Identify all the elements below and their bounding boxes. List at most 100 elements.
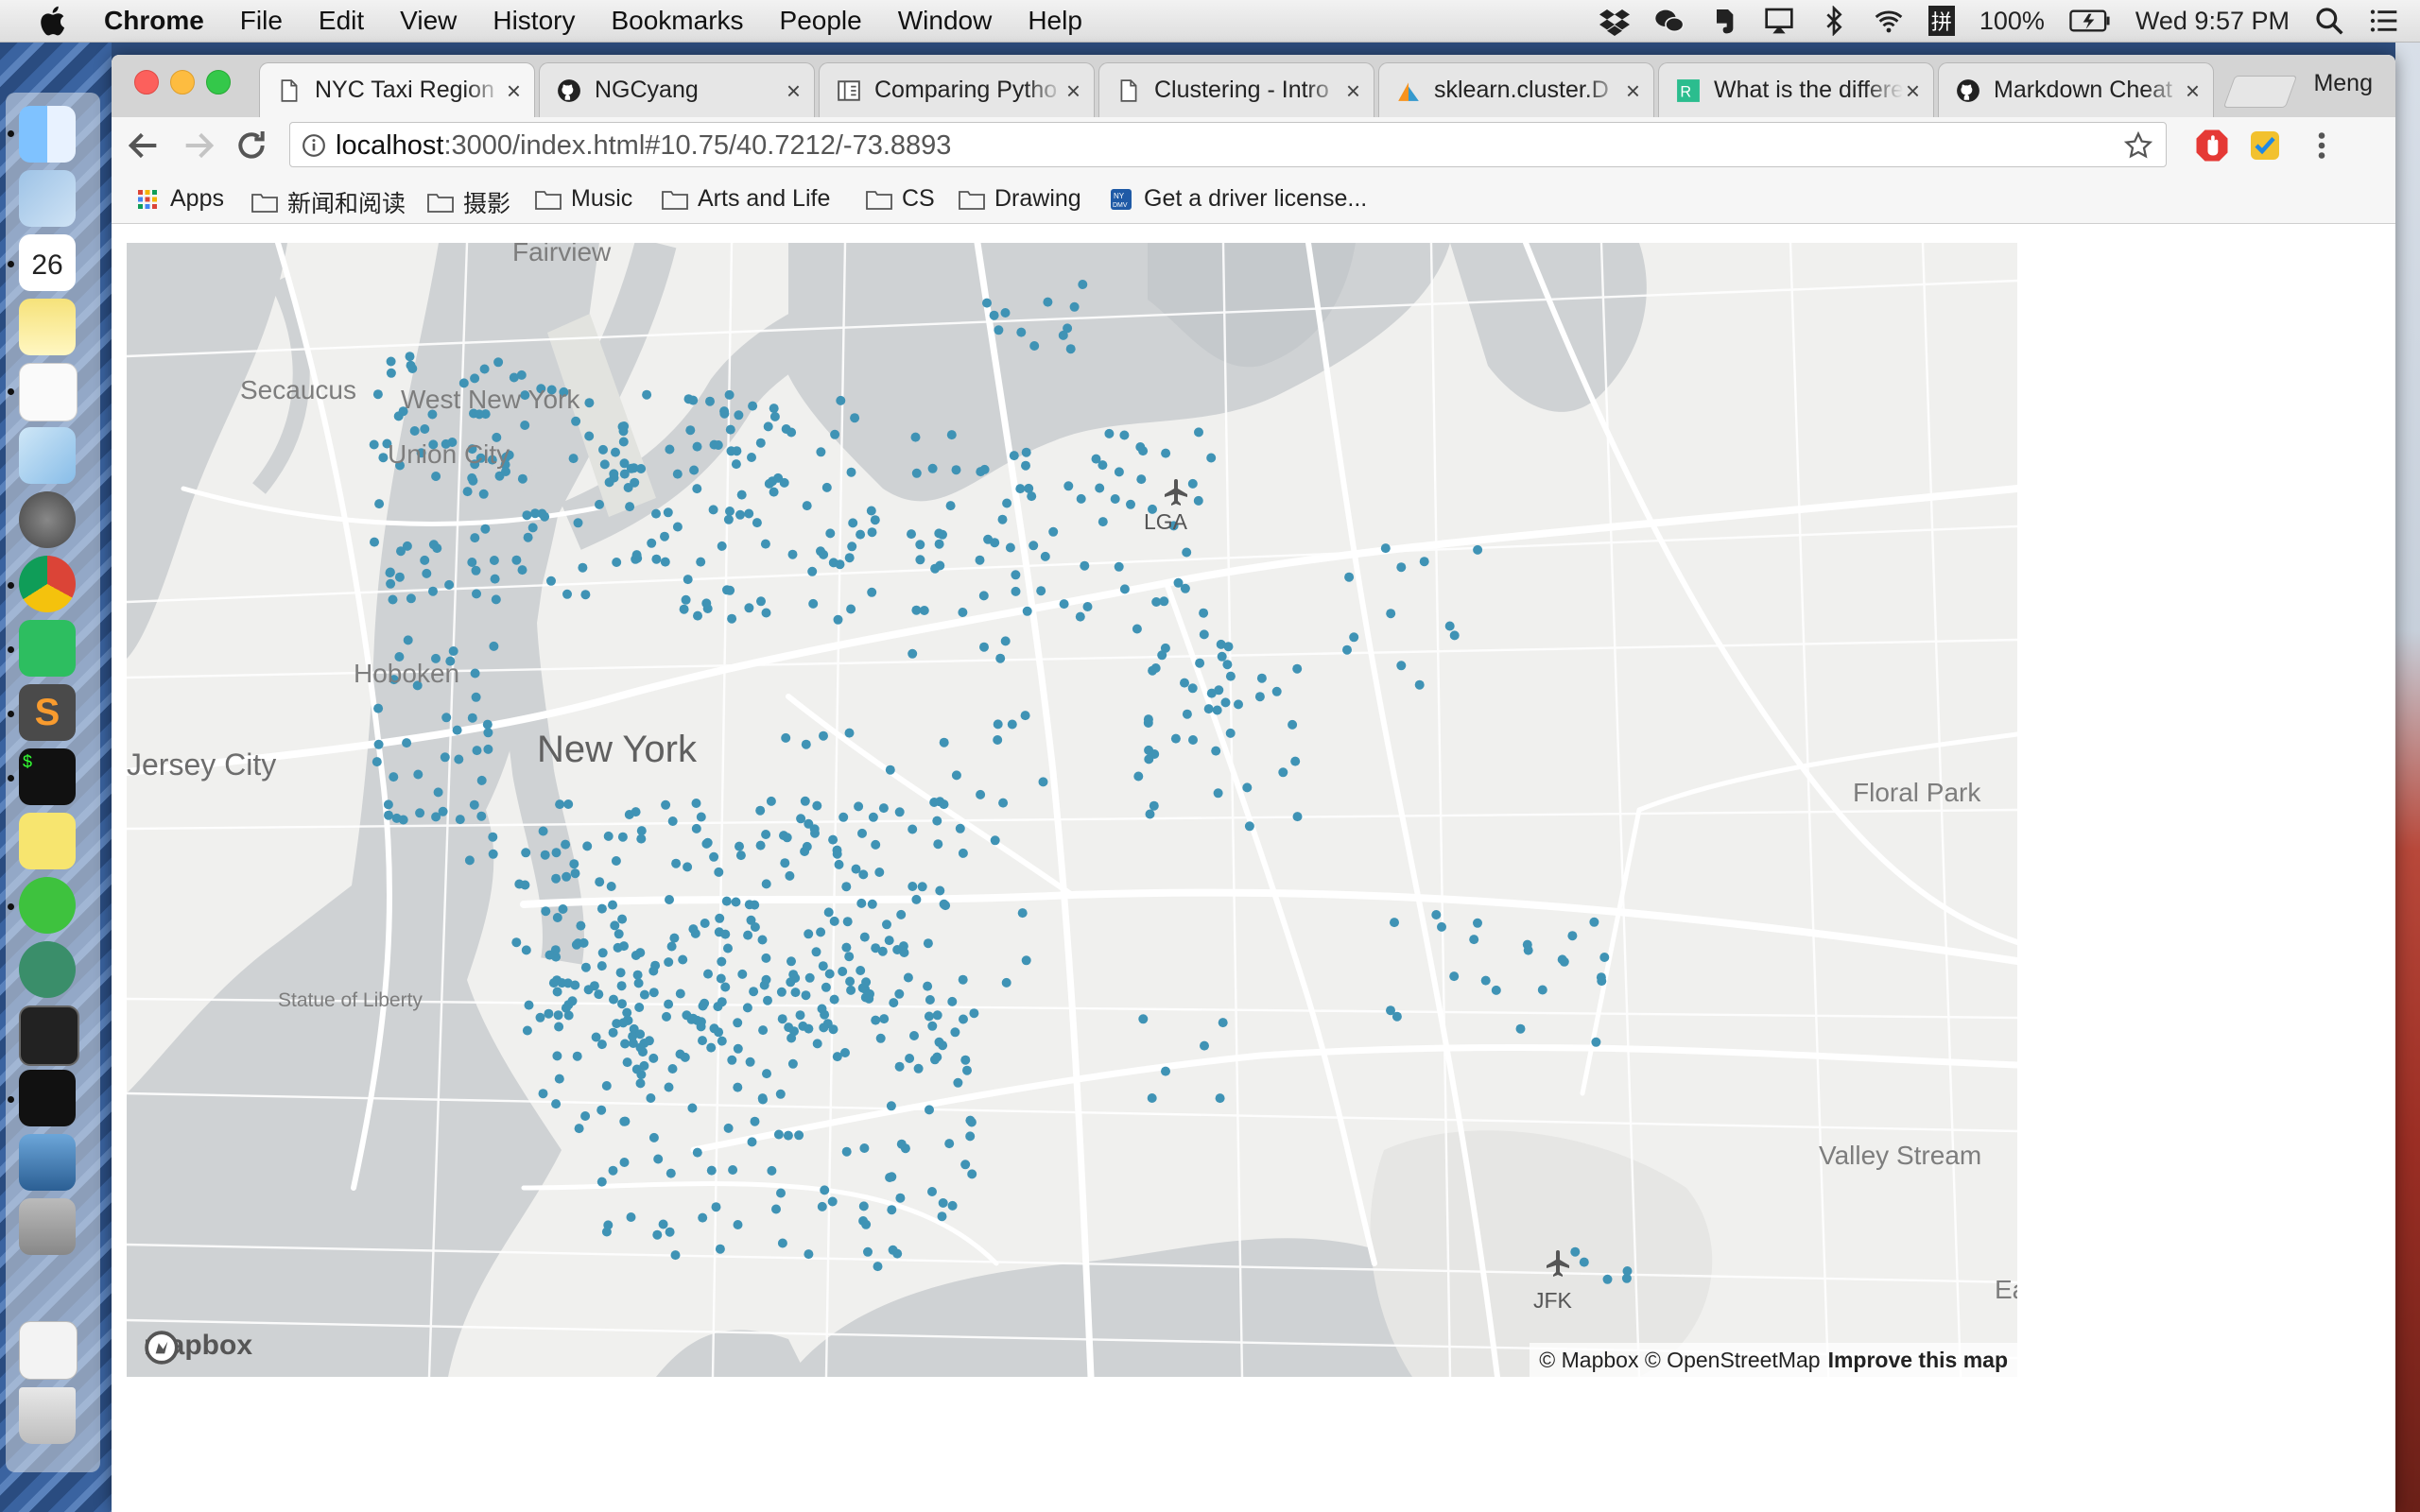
taxi-point[interactable]	[1017, 908, 1028, 919]
taxi-point[interactable]	[857, 828, 867, 838]
taxi-point[interactable]	[755, 840, 766, 850]
bookmark-driver-license[interactable]: NY DMV Get a driver license...	[1108, 185, 1367, 213]
taxi-point[interactable]	[763, 995, 772, 1005]
taxi-point[interactable]	[907, 529, 916, 540]
taxi-point[interactable]	[829, 994, 839, 1005]
taxi-point[interactable]	[620, 1039, 631, 1049]
taxi-point[interactable]	[874, 868, 885, 877]
taxi-point[interactable]	[776, 987, 786, 997]
taxi-point[interactable]	[1194, 427, 1203, 438]
chrome-icon[interactable]	[19, 556, 76, 612]
taxi-point[interactable]	[622, 1057, 632, 1068]
taxi-point[interactable]	[719, 408, 730, 419]
taxi-point[interactable]	[757, 935, 768, 945]
taxi-point[interactable]	[833, 614, 843, 625]
taxi-point[interactable]	[749, 987, 759, 997]
menubar-clock[interactable]: Wed 9:57 PM	[2135, 7, 2290, 36]
taxi-point[interactable]	[755, 438, 766, 448]
taxi-point[interactable]	[1203, 704, 1214, 714]
taxi-point[interactable]	[613, 942, 623, 953]
taxi-point[interactable]	[937, 1211, 947, 1222]
taxi-point[interactable]	[861, 977, 872, 988]
taxi-point[interactable]	[1469, 935, 1479, 945]
menu-view[interactable]: View	[400, 6, 457, 36]
taxi-point[interactable]	[951, 770, 961, 781]
taxi-point[interactable]	[1040, 551, 1050, 561]
taxi-point[interactable]	[858, 869, 869, 880]
taxi-point[interactable]	[828, 834, 838, 845]
taxi-point[interactable]	[406, 593, 416, 604]
taxi-point[interactable]	[1161, 1066, 1170, 1076]
taxi-point[interactable]	[617, 421, 628, 432]
taxi-point[interactable]	[965, 1131, 976, 1142]
taxi-point[interactable]	[651, 508, 661, 519]
wechat-icon[interactable]	[19, 877, 76, 934]
taxi-point[interactable]	[558, 904, 568, 914]
taxi-point[interactable]	[472, 746, 482, 756]
taxi-point[interactable]	[658, 1219, 668, 1229]
close-icon[interactable]: ×	[2186, 77, 2200, 106]
taxi-point[interactable]	[908, 824, 918, 834]
taxi-point[interactable]	[1016, 327, 1027, 337]
taxi-point[interactable]	[369, 439, 379, 450]
taxi-point[interactable]	[462, 487, 473, 497]
taxi-point[interactable]	[530, 508, 541, 519]
taxi-point[interactable]	[1234, 699, 1243, 710]
taxi-point[interactable]	[406, 360, 416, 370]
taxi-point[interactable]	[757, 1093, 768, 1104]
reload-icon[interactable]	[233, 127, 270, 164]
taxi-point[interactable]	[824, 969, 835, 979]
taxi-point[interactable]	[597, 948, 608, 958]
menu-people[interactable]: People	[780, 6, 862, 36]
taxi-point[interactable]	[522, 510, 532, 521]
taxi-point[interactable]	[1173, 577, 1184, 588]
taxi-point[interactable]	[639, 989, 649, 1000]
taxi-point[interactable]	[574, 1124, 584, 1134]
tab-ngcyang[interactable]: NGCyang ×	[539, 62, 815, 117]
taxi-point[interactable]	[953, 1077, 963, 1088]
taxi-point[interactable]	[580, 590, 591, 600]
taxi-point[interactable]	[1195, 658, 1205, 668]
terminal-icon[interactable]: $	[19, 748, 76, 805]
taxi-point[interactable]	[688, 1013, 699, 1023]
taxi-point[interactable]	[1217, 651, 1227, 662]
taxi-point[interactable]	[878, 803, 889, 814]
extension-icon[interactable]	[2248, 129, 2282, 163]
taxi-point[interactable]	[767, 1165, 777, 1176]
evernote-tray-icon[interactable]	[1709, 6, 1739, 36]
taxi-point[interactable]	[420, 424, 430, 434]
taxi-point[interactable]	[715, 913, 725, 923]
taxi-point[interactable]	[609, 994, 618, 1005]
taxi-point[interactable]	[711, 1202, 721, 1212]
taxi-point[interactable]	[714, 867, 724, 877]
taxi-point[interactable]	[599, 459, 610, 470]
taxi-point[interactable]	[1386, 609, 1396, 619]
taxi-point[interactable]	[554, 1074, 564, 1084]
taxi-point[interactable]	[579, 937, 589, 948]
taxi-point[interactable]	[733, 1220, 743, 1229]
taxi-point[interactable]	[1022, 606, 1032, 616]
taxi-point[interactable]	[617, 999, 627, 1009]
taxi-point[interactable]	[1144, 754, 1154, 765]
taxi-point[interactable]	[935, 885, 945, 896]
taxi-point[interactable]	[761, 974, 771, 985]
taxi-point[interactable]	[834, 859, 844, 869]
taxi-point[interactable]	[864, 993, 874, 1004]
taxi-point[interactable]	[1007, 719, 1017, 730]
taxi-point[interactable]	[595, 877, 605, 887]
taxi-point[interactable]	[551, 848, 562, 858]
taxi-point[interactable]	[596, 1105, 607, 1115]
taxi-point[interactable]	[1449, 971, 1460, 982]
taxi-point[interactable]	[745, 1057, 755, 1067]
taxi-point[interactable]	[1136, 474, 1147, 485]
taxi-point[interactable]	[428, 586, 438, 596]
taxi-point[interactable]	[1011, 586, 1021, 596]
taxi-point[interactable]	[1390, 918, 1399, 928]
taxi-point[interactable]	[856, 966, 866, 975]
taxi-point[interactable]	[882, 919, 891, 930]
taxi-point[interactable]	[480, 524, 491, 534]
taxi-point[interactable]	[1602, 1274, 1613, 1284]
taxi-point[interactable]	[636, 464, 647, 473]
taxi-point[interactable]	[596, 1040, 607, 1050]
taxi-point[interactable]	[388, 594, 398, 605]
